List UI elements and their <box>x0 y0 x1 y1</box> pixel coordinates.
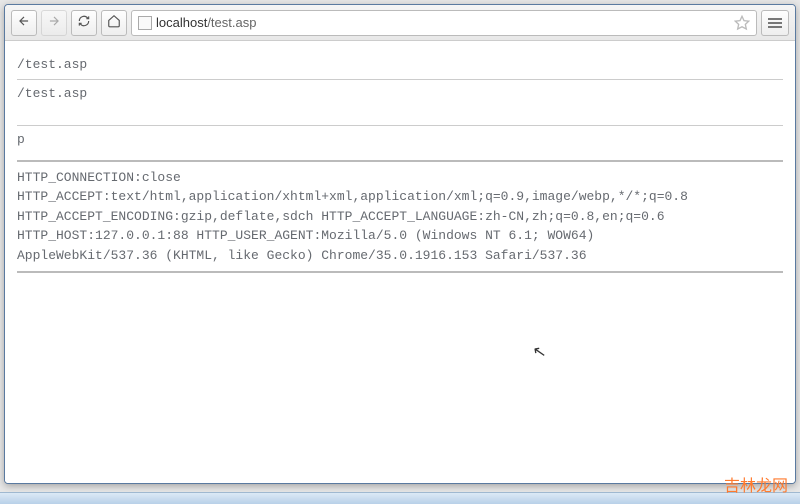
mouse-cursor-icon: ↖ <box>531 340 548 366</box>
page-icon <box>138 16 152 30</box>
browser-window: localhost/test.asp /test.asp /test.asp p… <box>4 4 796 484</box>
url-text: localhost/test.asp <box>156 15 730 30</box>
page-content: /test.asp /test.asp p HTTP_CONNECTION:cl… <box>5 41 795 483</box>
address-bar[interactable]: localhost/test.asp <box>131 10 757 36</box>
output-line: /test.asp <box>17 51 783 79</box>
home-icon <box>107 14 121 31</box>
reload-icon <box>77 14 91 31</box>
watermark-text: 吉林龙网 <box>724 472 788 496</box>
http-headers-block: HTTP_CONNECTION:close HTTP_ACCEPT:text/h… <box>17 160 783 274</box>
back-button[interactable] <box>11 10 37 36</box>
arrow-left-icon <box>17 14 31 31</box>
browser-toolbar: localhost/test.asp <box>5 5 795 41</box>
output-line: p <box>17 125 783 154</box>
hamburger-icon <box>768 18 782 28</box>
arrow-right-icon <box>47 14 61 31</box>
menu-button[interactable] <box>761 10 789 36</box>
reload-button[interactable] <box>71 10 97 36</box>
taskbar-strip <box>0 492 800 504</box>
home-button[interactable] <box>101 10 127 36</box>
forward-button[interactable] <box>41 10 67 36</box>
bookmark-star-icon[interactable] <box>734 15 750 31</box>
output-line: /test.asp <box>17 79 783 108</box>
